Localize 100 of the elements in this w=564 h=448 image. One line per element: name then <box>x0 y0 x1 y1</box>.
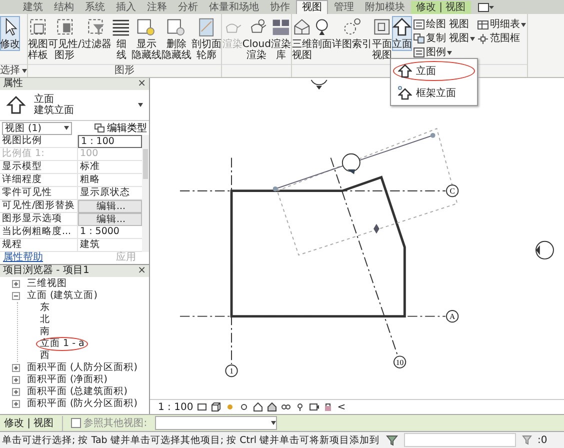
tree-item[interactable]: 立面 (建筑立面) <box>23 289 102 303</box>
pin-icon[interactable] <box>295 402 306 412</box>
scrollbar[interactable] <box>142 135 149 252</box>
section-box-icon <box>196 17 216 37</box>
grid-bubble[interactable] <box>393 356 406 368</box>
menu-item[interactable]: 立面 <box>392 61 475 81</box>
ribbon-button[interactable]: 复制 视图 <box>412 32 476 45</box>
ribbon-tab[interactable]: 结构 <box>49 1 79 14</box>
ribbon-button[interactable]: 三维视图 <box>292 16 312 62</box>
plus-box-icon[interactable] <box>12 280 20 288</box>
elevation-marker-icon[interactable] <box>310 79 328 90</box>
help-link[interactable]: 属性帮助 <box>3 252 43 264</box>
ribbon-button[interactable]: Cloud 渲染 <box>242 16 271 62</box>
tree-item[interactable]: 面积平面 (防火分区面积) <box>23 397 142 411</box>
elevation-marker-icon[interactable] <box>342 153 360 174</box>
elevation-marker-icon[interactable] <box>536 240 554 260</box>
ribbon-button[interactable]: 详图索引 <box>332 16 372 51</box>
ribbon-tab[interactable]: 修改 | 视图 <box>411 1 471 14</box>
caret-icon <box>521 22 526 26</box>
lock-icon[interactable] <box>323 402 334 412</box>
plus-box-icon[interactable] <box>12 388 20 396</box>
house-icon[interactable] <box>267 402 278 412</box>
ribbon-button[interactable]: 剖面 <box>312 16 332 51</box>
ribbon-tab[interactable]: 分析 <box>173 1 203 14</box>
wall-outline[interactable] <box>230 176 406 318</box>
tree-item[interactable]: 面积平面 (总建筑面积) <box>23 385 132 399</box>
panel-label: 选择 <box>0 65 20 77</box>
ribbon-button[interactable]: 绘图 视图 <box>412 18 476 31</box>
instance-dropdown[interactable]: 视图 (1) <box>2 122 72 134</box>
ribbon-button[interactable]: 渲染库 <box>270 16 291 62</box>
tree-item[interactable]: 面积平面 (净面积) <box>23 373 112 387</box>
ribbon-button[interactable]: 细线 <box>111 16 132 62</box>
ribbon-tab[interactable]: 管理 <box>329 1 359 14</box>
grid-line[interactable] <box>179 316 446 317</box>
checkbox[interactable] <box>70 418 81 428</box>
property-label: 显示模型 <box>0 161 78 173</box>
grid-line[interactable] <box>231 157 232 364</box>
filter-icon <box>86 17 106 37</box>
panel-label: 图形 <box>114 65 135 77</box>
ribbon-button[interactable]: 平面视图 <box>372 16 392 62</box>
grid-bubble[interactable] <box>446 184 459 198</box>
ribbon-tab[interactable]: 视图 <box>296 0 328 14</box>
cube-icon[interactable] <box>211 402 222 412</box>
ribbon-button[interactable]: 剖切面轮廓 <box>191 16 222 62</box>
square-icon[interactable] <box>197 402 208 412</box>
scale-label[interactable]: 1 : 100 <box>158 402 194 412</box>
workset-field[interactable] <box>404 433 516 447</box>
ribbon-tab[interactable]: 系统 <box>80 1 110 14</box>
edit-button[interactable]: 编辑... <box>78 200 142 213</box>
ribbon-button[interactable]: 图例 <box>412 46 476 59</box>
close-button[interactable]: × <box>138 78 146 90</box>
tree-item[interactable]: 面积平面 (人防分区面积) <box>23 361 142 375</box>
close-button[interactable]: × <box>138 265 146 277</box>
tree-item[interactable]: 北 <box>36 313 54 327</box>
ribbon-tab[interactable]: 插入 <box>111 1 141 14</box>
grid-line[interactable] <box>330 157 398 357</box>
tree-item[interactable]: 西 <box>36 349 54 363</box>
minus-box-icon[interactable] <box>12 292 20 300</box>
tree-item[interactable]: 立面 1 - a <box>36 337 88 351</box>
ribbon-tab[interactable]: 附加模块 <box>360 1 410 14</box>
collapse-arrow[interactable]: < <box>337 402 346 412</box>
ribbon-button[interactable]: 视图样板 <box>28 16 48 62</box>
ribbon-tab[interactable]: 建筑 <box>18 1 48 14</box>
plus-box-icon[interactable] <box>12 400 20 408</box>
grid-line[interactable] <box>179 190 446 192</box>
gallery-icon <box>270 17 291 37</box>
ribbon-button[interactable]: 立面 <box>392 16 412 51</box>
ribbon-button[interactable]: 修改 <box>0 16 20 51</box>
ribbon-button[interactable]: 显示隐藏线 <box>131 16 162 62</box>
edit-type-button[interactable]: 编辑类型 <box>94 121 147 135</box>
menu-item[interactable]: 框架立面 <box>392 83 475 103</box>
ribbon-tab[interactable]: 注释 <box>142 1 172 14</box>
plus-box-icon[interactable] <box>12 376 20 384</box>
type-selector[interactable]: 立面 建筑立面 <box>0 90 149 121</box>
window-icon[interactable] <box>478 2 494 12</box>
ribbon-tab[interactable]: 体量和场地 <box>204 1 264 14</box>
ribbon-button[interactable]: 可见性/图形 <box>48 16 82 62</box>
tree-item[interactable]: 南 <box>36 325 54 339</box>
crop-region[interactable] <box>276 128 458 256</box>
property-value: 1 : 5000 <box>79 226 120 238</box>
grid-bubble[interactable] <box>225 364 238 378</box>
grid-bubble[interactable] <box>446 310 459 323</box>
filter-icon[interactable] <box>386 434 398 446</box>
scale-field[interactable]: 1 : 100 <box>78 135 142 148</box>
plus-box-icon[interactable] <box>12 364 20 372</box>
ribbon-button[interactable]: 范围框 <box>477 32 526 45</box>
ribbon-tab[interactable]: 协作 <box>265 1 295 14</box>
ribbon-button[interactable]: 过滤器 <box>81 16 112 51</box>
ribbon-button[interactable]: 删除隐藏线 <box>161 16 192 62</box>
tree-item[interactable]: 东 <box>36 301 54 315</box>
flip-arrows-icon[interactable] <box>374 224 380 234</box>
sun-icon[interactable] <box>239 402 250 412</box>
elevation-line[interactable] <box>272 132 436 192</box>
house-icon[interactable] <box>253 402 264 412</box>
filter-icon[interactable] <box>522 435 532 445</box>
ribbon-button[interactable]: 明细表 <box>477 18 526 31</box>
glasses-icon[interactable] <box>281 402 292 412</box>
checkbox-label: 参照其他视图: <box>84 416 148 430</box>
tree-item[interactable]: 三维视图 <box>23 277 71 291</box>
edit-button[interactable]: 编辑... <box>78 213 142 226</box>
